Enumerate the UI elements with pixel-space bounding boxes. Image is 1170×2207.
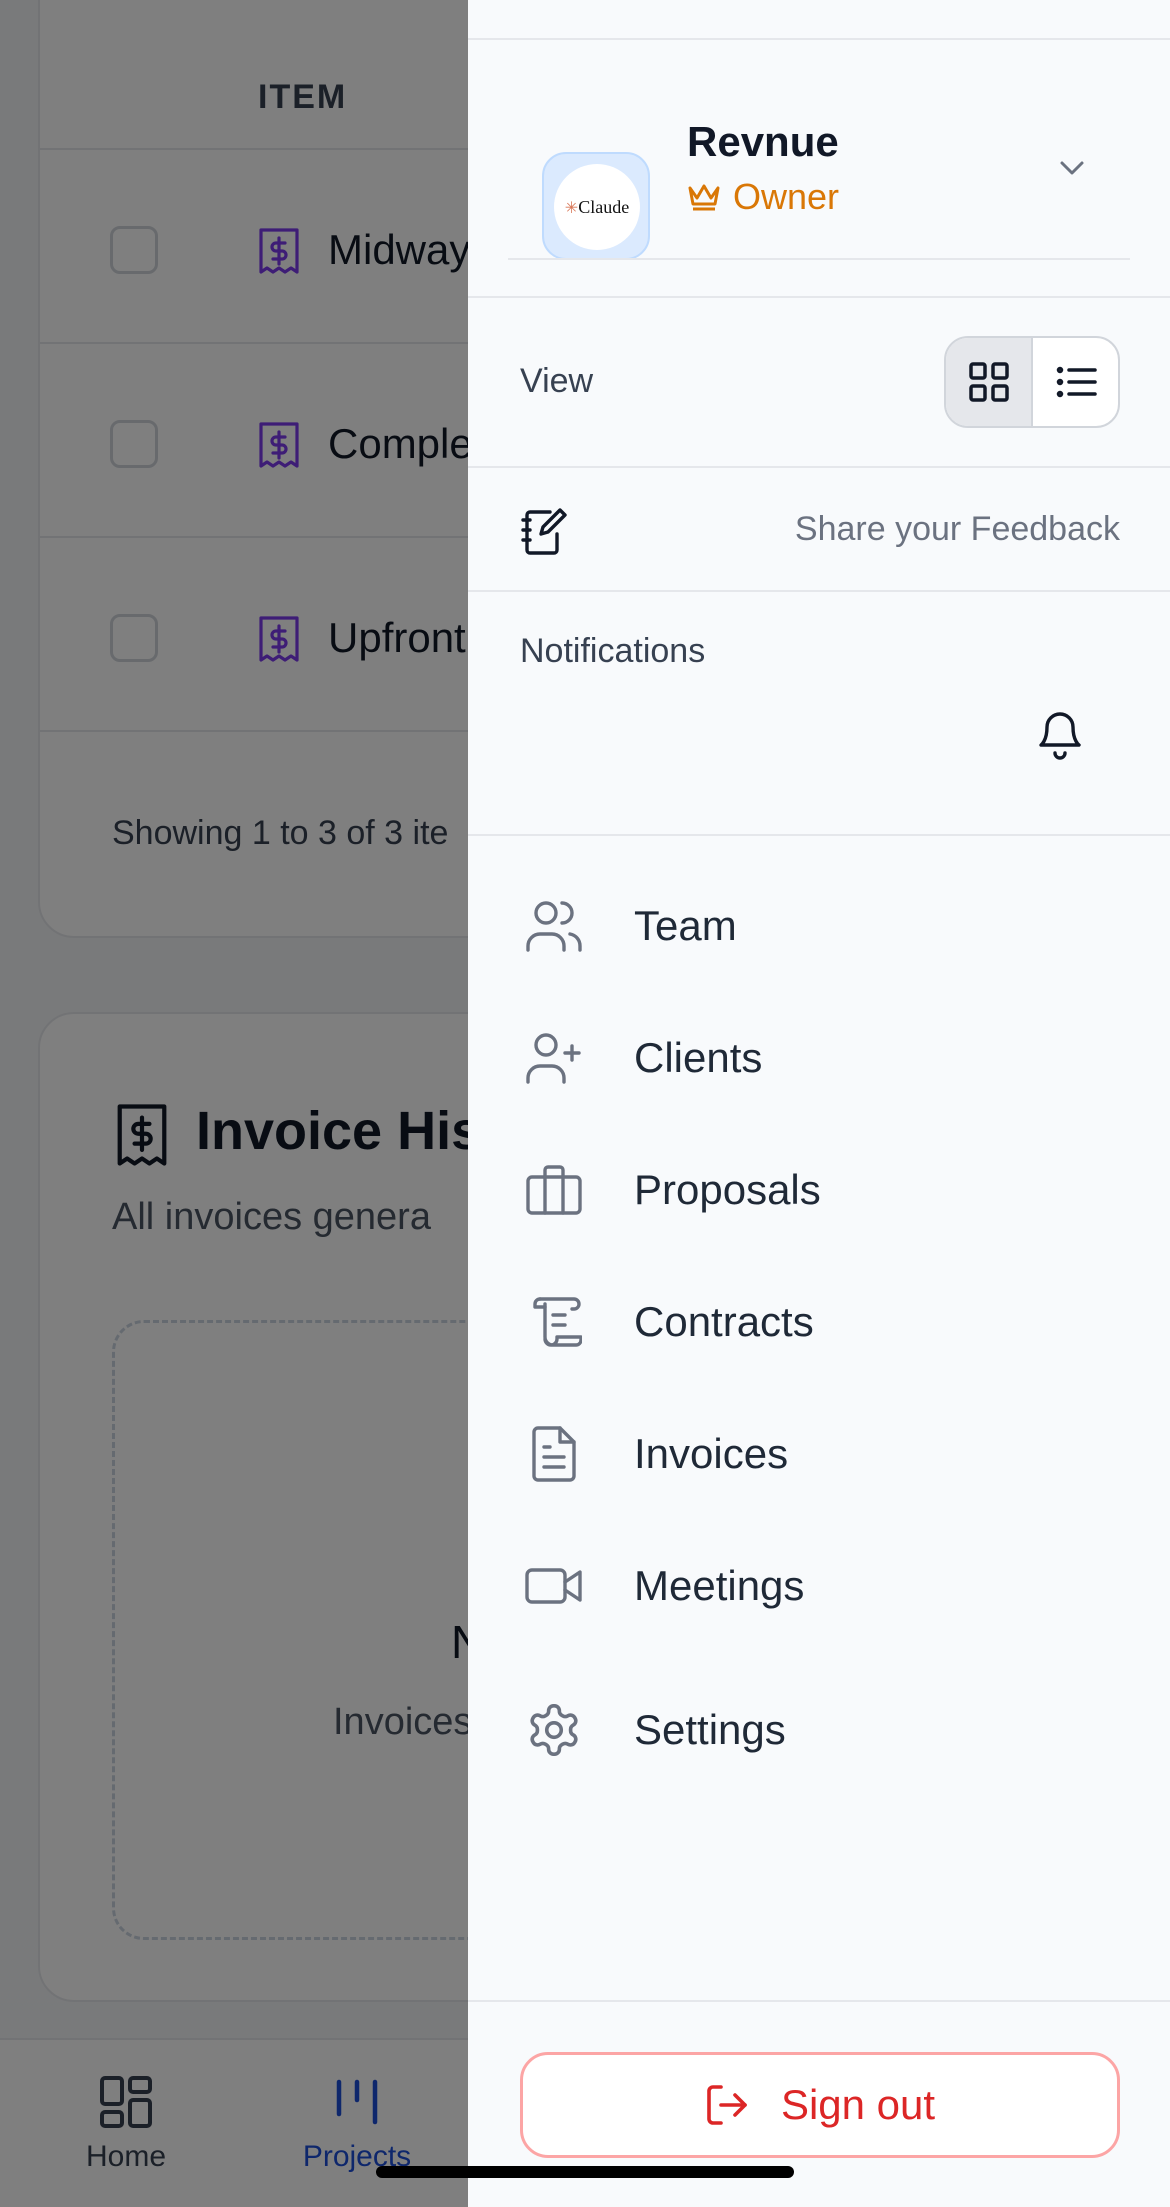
menu-item-label: Proposals: [634, 1166, 821, 1213]
role-label: Owner: [733, 176, 840, 217]
menu-item-label: Contracts: [634, 1298, 814, 1345]
notifications-label: Notifications: [520, 632, 706, 670]
menu-item-label: Meetings: [634, 1562, 805, 1609]
grid-view-button[interactable]: [946, 338, 1033, 426]
file-text-icon: [532, 1426, 576, 1482]
menu-item-meetings[interactable]: Meetings: [524, 1546, 1084, 1626]
menu-item-settings[interactable]: Settings: [524, 1690, 1084, 1770]
briefcase-icon: [526, 1165, 582, 1215]
scroll-icon: [533, 1297, 582, 1347]
menu-item-label: Clients: [634, 1034, 763, 1081]
menu-item-label: Settings: [634, 1706, 786, 1753]
menu-item-label: Team: [634, 902, 737, 949]
divider: [468, 296, 1170, 298]
user-plus-icon: [526, 1033, 581, 1084]
gear-icon: [530, 1704, 578, 1756]
divider: [468, 834, 1170, 836]
feedback-link: Share your Feedback: [794, 510, 1120, 548]
divider: [508, 258, 1130, 260]
users-icon: [526, 901, 582, 952]
sign-out-label: Sign out: [780, 2081, 936, 2128]
menu-item-invoices[interactable]: Invoices: [524, 1414, 1084, 1494]
list-view-button[interactable]: [1033, 338, 1118, 426]
menu-item-contracts[interactable]: Contracts: [524, 1282, 1084, 1362]
feedback-row[interactable]: Share your Feedback: [468, 468, 1170, 590]
sign-out-button[interactable]: Sign out: [520, 2052, 1120, 2158]
logo-text: Claude: [578, 196, 630, 217]
log-out-icon: [707, 2085, 747, 2125]
divider: [468, 590, 1170, 592]
workspace-switcher[interactable]: ✳Claude Revnue Owner: [468, 40, 1170, 260]
notebook-pen-icon: [521, 508, 567, 555]
bell-icon[interactable]: [1036, 710, 1084, 762]
claude-star-icon: ✳: [564, 199, 579, 217]
menu-item-label: Invoices: [634, 1430, 789, 1477]
workspace-name: Revnue: [687, 118, 839, 165]
home-indicator: [376, 2166, 794, 2178]
chevron-down-icon: [1060, 161, 1084, 175]
side-drawer: ✳Claude Revnue Owner View Share your Fee…: [468, 0, 1170, 2207]
menu-item-clients[interactable]: Clients: [524, 1018, 1084, 1098]
menu-item-team[interactable]: Team: [524, 886, 1084, 966]
divider: [468, 2000, 1170, 2002]
view-label: View: [520, 362, 594, 400]
grid-icon: [968, 362, 1009, 402]
crown-icon: [688, 184, 720, 211]
workspace-role: Owner: [687, 174, 839, 220]
view-toggle: [944, 336, 1120, 428]
menu-item-proposals[interactable]: Proposals: [524, 1150, 1084, 1230]
video-icon: [525, 1568, 582, 1604]
workspace-logo: ✳Claude: [542, 152, 650, 260]
list-icon: [1056, 366, 1097, 398]
